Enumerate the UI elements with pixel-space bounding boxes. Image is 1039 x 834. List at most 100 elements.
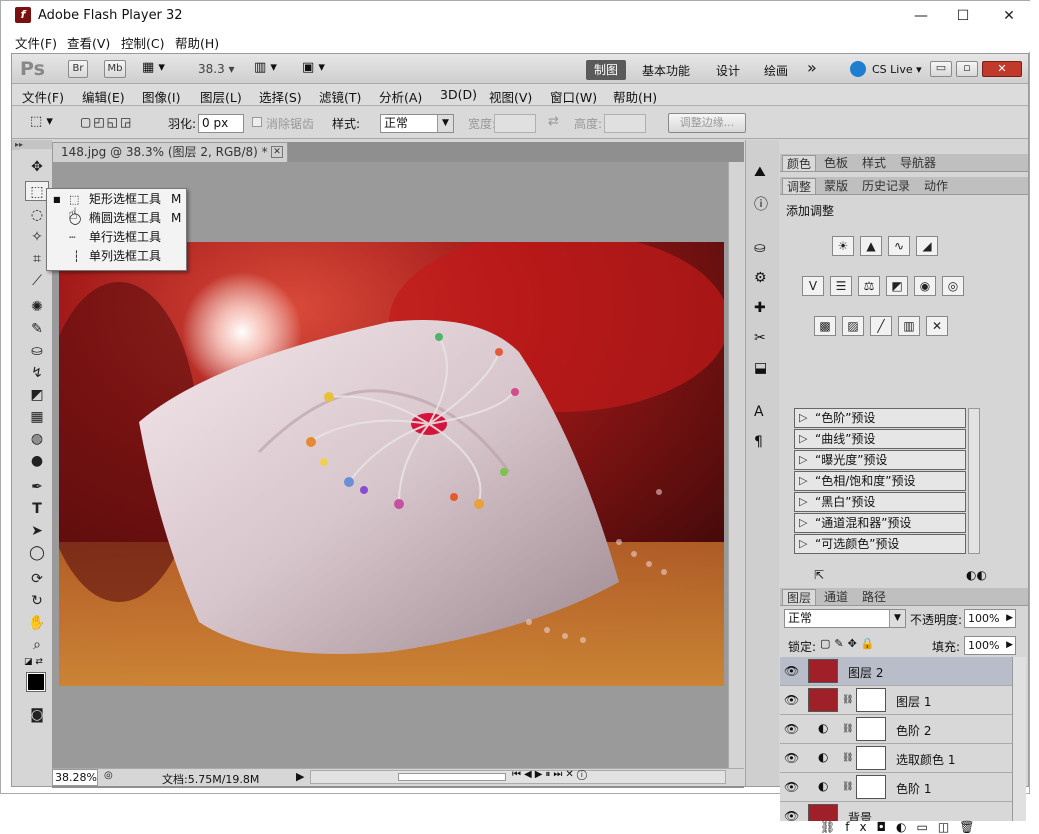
layer-row[interactable]: 👁 ◐ ⛓ 选取颜色 1 [780,744,1012,773]
brightness-contrast-icon[interactable]: ☀ [832,236,854,256]
bridge-button[interactable]: Br [68,60,88,78]
layers-scrollbar[interactable] [1012,657,1026,821]
status-arrow-icon[interactable]: ▶ [296,770,304,783]
preset-channel-mixer[interactable]: “通道混和器”预设 [794,513,966,533]
preset-hue-saturation[interactable]: “色相/饱和度”预设 [794,471,966,491]
canvas-vertical-scrollbar[interactable] [728,162,744,768]
tab-layers[interactable]: 图层 [782,589,817,605]
tab-masks[interactable]: 蒙版 [820,178,852,194]
brush-tool-icon[interactable]: ✎ [25,319,49,339]
layer-row[interactable]: 👁 图层 2 [780,657,1012,686]
menu-edit[interactable]: 编辑(E) [82,87,125,106]
tool-presets-icon[interactable]: ⚙ [754,270,767,286]
clone-source-icon[interactable]: ⛀ [754,240,766,256]
3d-rotate-tool-icon[interactable]: ⟳ [25,569,49,589]
menu-select[interactable]: 选择(S) [259,87,302,106]
preset-levels[interactable]: “色阶”预设 [794,408,966,428]
blend-mode-select[interactable]: 正常 ▼ [784,609,906,628]
menu-analysis[interactable]: 分析(A) [379,87,422,106]
pen-tool-icon[interactable]: ✒ [25,477,49,497]
tab-navigator[interactable]: 导航器 [896,155,940,171]
move-tool-icon[interactable]: ✥ [25,157,49,177]
blur-tool-icon[interactable]: ◍ [25,429,49,449]
visibility-eye-icon[interactable]: 👁 [784,780,799,794]
close-button[interactable]: ✕ [991,5,1027,27]
arrange-documents-dropdown[interactable]: ▥ ▾ [254,60,290,78]
menu-3d[interactable]: 3D(D) [440,87,477,102]
menu-filter[interactable]: 滤镜(T) [319,87,361,106]
tab-channels[interactable]: 通道 [820,589,852,605]
layer-row[interactable]: 👁 ⛓ 图层 1 [780,686,1012,715]
menu-help[interactable]: 帮助(H) [613,87,657,106]
workspace-drawing[interactable]: 制图 [586,60,626,80]
gradient-tool-icon[interactable]: ▦ [25,407,49,427]
preset-exposure[interactable]: “曝光度”预设 [794,450,966,470]
workspace-painting[interactable]: 绘画 [764,62,788,79]
visibility-eye-icon[interactable]: 👁 [784,722,799,736]
app-minimize-button[interactable]: ▭ [930,61,952,77]
3d-panel-icon[interactable]: ⬓ [754,360,767,376]
gradient-map-icon[interactable]: ▥ [898,316,920,336]
visibility-eye-icon[interactable]: 👁 [784,809,799,821]
posterize-icon[interactable]: ▨ [842,316,864,336]
visibility-eye-icon[interactable]: 👁 [784,664,799,678]
eyedropper-tool-icon[interactable]: ⟋ [25,271,49,291]
menu-view[interactable]: 视图(V) [489,87,532,106]
threshold-icon[interactable]: ╱ [870,316,892,336]
minimize-button[interactable]: — [903,5,939,27]
document-canvas[interactable] [59,242,724,686]
hand-tool-icon[interactable]: ✋ [25,613,49,633]
feather-input[interactable]: 0 px [198,114,244,133]
flyout-item-single-column-marquee[interactable]: ┆ 单列选框工具 [47,247,186,266]
swap-dimensions-icon[interactable]: ⇄ [548,114,559,129]
screen-mode-dropdown[interactable]: ▣ ▾ [302,60,338,78]
tool-preset-picker[interactable]: ⬚ ▾ [30,114,66,132]
color-balance-icon[interactable]: ⚖ [858,276,880,296]
curves-icon[interactable]: ∿ [888,236,910,256]
workspace-design[interactable]: 设计 [716,62,740,79]
style-select[interactable]: 正常 ▼ [380,114,454,133]
exposure-icon[interactable]: ◢ [916,236,938,256]
status-menu-icon[interactable]: ◎ [104,770,113,781]
refine-edge-button[interactable]: 调整边缘... [668,113,746,133]
preset-black-white[interactable]: “黑白”预设 [794,492,966,512]
brushes-panel-icon[interactable]: ✂ [754,330,766,346]
invert-icon[interactable]: ▩ [814,316,836,336]
lock-icons[interactable]: ▢✎✥🔒 [820,637,879,650]
visibility-eye-icon[interactable]: 👁 [784,751,799,765]
quick-mask-icon[interactable]: ◙ [25,705,49,725]
eraser-tool-icon[interactable]: ◩ [25,385,49,405]
black-white-icon[interactable]: ◩ [886,276,908,296]
paragraph-panel-icon[interactable]: ¶ [754,434,763,450]
app-close-button[interactable]: ✕ [982,61,1022,77]
type-tool-icon[interactable]: T [25,499,49,519]
menu-image[interactable]: 图像(I) [142,87,180,106]
antialias-checkbox[interactable] [252,117,262,127]
menu-file[interactable]: 文件(F) [22,87,64,106]
navigator-panel-icon[interactable]: ⛰ [754,164,766,180]
animation-controls[interactable]: ⏮◀▶⏸⏭✕ⓘ [512,769,642,785]
menu-layer[interactable]: 图层(L) [200,87,242,106]
zoom-level[interactable]: 38.3 ▾ [198,62,235,76]
3d-orbit-tool-icon[interactable]: ↻ [25,591,49,611]
view-extras-dropdown[interactable]: ▦ ▾ [142,60,176,78]
player-menu-view[interactable]: 查看(V) [67,33,110,52]
preset-selective-color[interactable]: “可选颜色”预设 [794,534,966,554]
document-tab[interactable]: 148.jpg @ 38.3% (图层 2, RGB/8) * ✕ [52,142,288,162]
tab-swatches[interactable]: 色板 [820,155,852,171]
height-input[interactable] [604,114,646,133]
brush-presets-icon[interactable]: ✚ [754,300,766,316]
fill-input[interactable]: 100% ▶ [964,636,1016,655]
adjustment-clip-icon[interactable]: ◐◐ [966,568,987,582]
healing-brush-tool-icon[interactable]: ✺ [25,297,49,317]
tab-history[interactable]: 历史记录 [858,178,914,194]
layer-row[interactable]: 👁 ◐ ⛓ 色阶 2 [780,715,1012,744]
close-tab-icon[interactable]: ✕ [271,146,283,158]
path-selection-tool-icon[interactable]: ➤ [25,521,49,541]
character-panel-icon[interactable]: A [754,404,764,420]
mini-bridge-button[interactable]: Mb [104,60,126,78]
layers-bottom-toolbar[interactable]: ⛓fx◘◐▭◫🗑 [820,820,984,834]
adjustment-return-icon[interactable]: ⇱ [814,568,824,582]
photo-filter-icon[interactable]: ◉ [914,276,936,296]
zoom-status-field[interactable]: 38.28% [52,769,98,786]
